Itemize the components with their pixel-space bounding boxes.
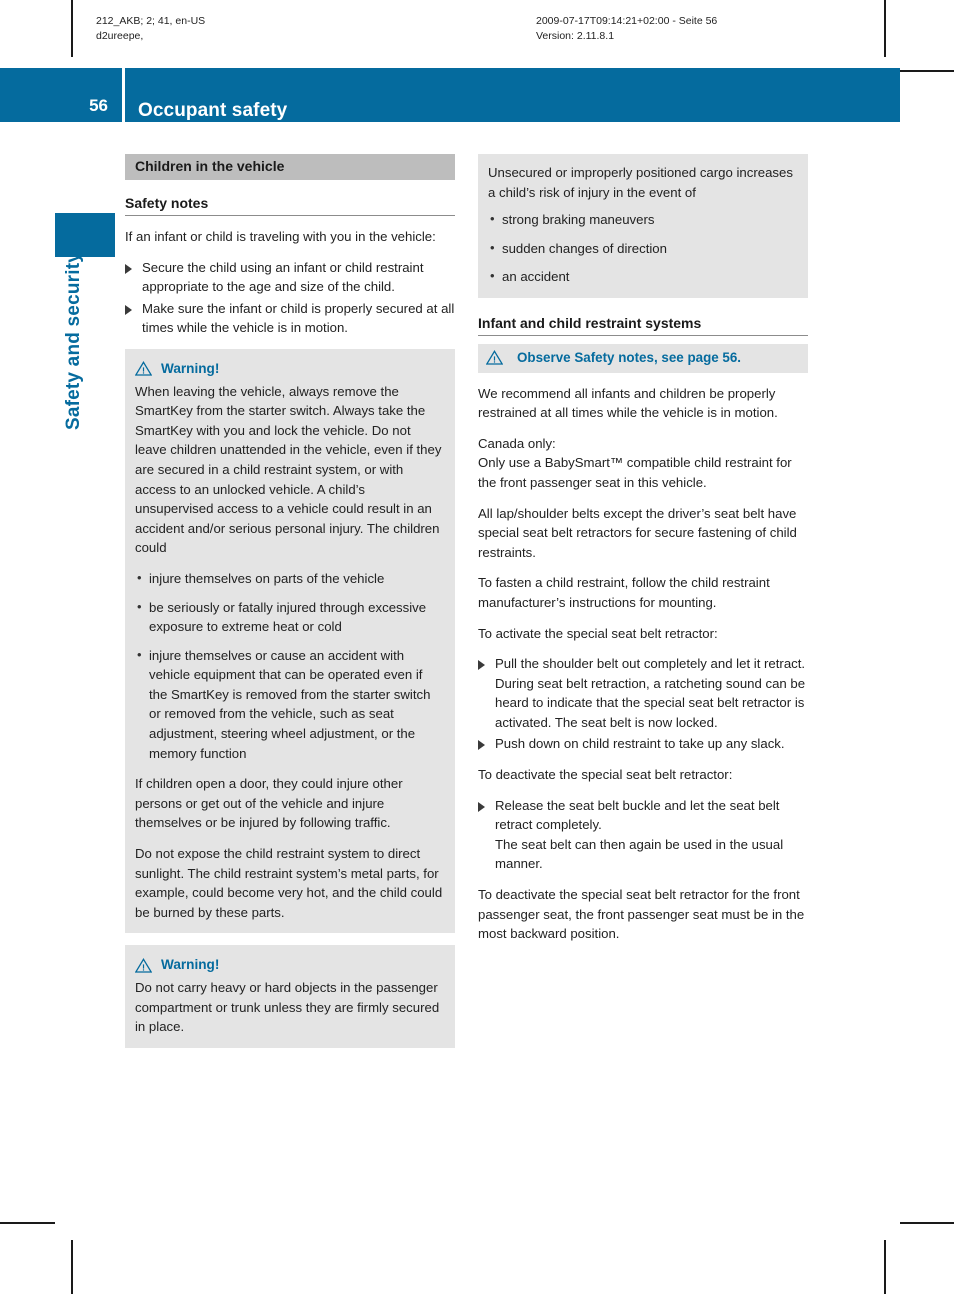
deactivate-step-1-note: The seat belt can then again be used in … <box>495 836 784 872</box>
warning-header: Warning! <box>135 955 443 975</box>
crop-mark-bottom-right-horizontal <box>900 1222 954 1224</box>
recommendation-paragraph: We recommend all infants and children be… <box>478 385 778 421</box>
intro-paragraph: If an infant or child is traveling with … <box>125 229 436 244</box>
list-item: sudden changes of direction <box>488 238 796 259</box>
warning-header: Warning! <box>135 359 443 379</box>
crop-mark-bottom-left-vertical <box>71 1240 73 1294</box>
right-column: Unsecured or improperly positioned cargo… <box>478 154 808 955</box>
chapter-label: Safety and security <box>63 251 84 431</box>
page-header-band <box>0 68 900 122</box>
page-title: Occupant safety <box>138 100 288 121</box>
running-head-left: 212_AKB; 2; 41, en-US d2ureepe, <box>96 15 206 42</box>
running-head-right: 2009-07-17T09:14:21+02:00 - Seite 56 Ver… <box>536 15 718 42</box>
warning-triangle-icon <box>486 350 503 365</box>
list-item: strong braking maneuvers <box>488 209 796 230</box>
page-number: 56 <box>89 96 108 115</box>
canada-only-paragraph: Canada only: Only use a BabySmart™ compa… <box>478 435 792 490</box>
list-item: Make sure the infant or child is properl… <box>125 299 455 338</box>
list-item: an accident <box>488 266 796 287</box>
header-divider <box>122 68 125 122</box>
sub-heading-rule <box>478 334 808 336</box>
warning-title: Warning! <box>161 360 220 376</box>
sub-heading-infant-and-child-restraint-systems: Infant and child restraint systems <box>478 314 702 331</box>
warning-paragraph: Do not carry heavy or hard objects in th… <box>135 980 440 1035</box>
crop-mark-bottom-left-horizontal <box>0 1222 55 1224</box>
crop-mark-top-right-horizontal <box>900 70 954 72</box>
crop-mark-bottom-right-vertical <box>884 1240 886 1294</box>
warning-box-2: Warning! Do not carry heavy or hard obje… <box>125 945 455 1048</box>
warning-triangle-icon <box>135 361 152 376</box>
crop-mark-top-right-vertical <box>884 0 886 57</box>
left-column: Children in the vehicle Safety notes If … <box>125 154 455 1060</box>
activate-retractor-intro: To activate the special seat belt retrac… <box>478 625 718 641</box>
warning-paragraph-2: If children open a door, they could inju… <box>135 776 403 831</box>
safety-action-list: Secure the child using an infant or chil… <box>125 258 455 338</box>
observe-safety-notes-bar[interactable]: Observe Safety notes, see page 56. <box>478 343 808 373</box>
crop-mark-top-left-vertical <box>71 0 73 57</box>
activate-retractor-steps: Pull the shoulder belt out completely an… <box>478 654 808 674</box>
list-item: injure themselves or cause an accident w… <box>135 645 443 764</box>
section-heading-children-in-the-vehicle: Children in the vehicle <box>125 154 455 180</box>
list-item: injure themselves on parts of the vehicl… <box>135 568 443 589</box>
warning-title: Warning! <box>161 957 220 973</box>
list-item: Release the seat belt buckle and let the… <box>478 796 808 835</box>
warning-triangle-icon <box>135 957 152 973</box>
deactivate-retractor-steps: Release the seat belt buckle and let the… <box>478 796 808 835</box>
activate-retractor-steps-2: Push down on child restraint to take up … <box>478 734 808 754</box>
observe-safety-notes-text: Observe Safety notes, see page 56. <box>517 349 742 365</box>
lap-shoulder-belts-paragraph: All lap/shoulder belts except the driver… <box>478 505 797 560</box>
list-item: Pull the shoulder belt out completely an… <box>478 654 808 674</box>
activate-step-1-note: During seat belt retraction, a ratchetin… <box>495 675 806 730</box>
list-item: be seriously or fatally injured through … <box>135 596 443 637</box>
sub-heading-safety-notes: Safety notes <box>125 195 209 211</box>
cargo-info-box: Unsecured or improperly positioned cargo… <box>478 154 808 298</box>
warning-box-1: Warning! When leaving the vehicle, alway… <box>125 348 455 934</box>
warning-paragraph-3: Do not expose the child restraint system… <box>135 846 443 920</box>
list-item: Secure the child using an infant or chil… <box>125 258 455 297</box>
warning-paragraph: When leaving the vehicle, always remove … <box>135 383 442 556</box>
front-passenger-seat-paragraph: To deactivate the special seat belt retr… <box>478 887 805 942</box>
fasten-restraint-paragraph: To fasten a child restraint, follow the … <box>478 575 770 610</box>
deactivate-retractor-intro: To deactivate the special seat belt retr… <box>478 767 733 783</box>
cargo-paragraph: Unsecured or improperly positioned cargo… <box>488 165 793 200</box>
sub-heading-rule <box>125 215 455 216</box>
list-item: Push down on child restraint to take up … <box>478 734 808 754</box>
cargo-bullet-list: strong braking maneuvers sudden changes … <box>488 209 796 287</box>
warning-bullet-list: injure themselves on parts of the vehicl… <box>135 568 443 764</box>
